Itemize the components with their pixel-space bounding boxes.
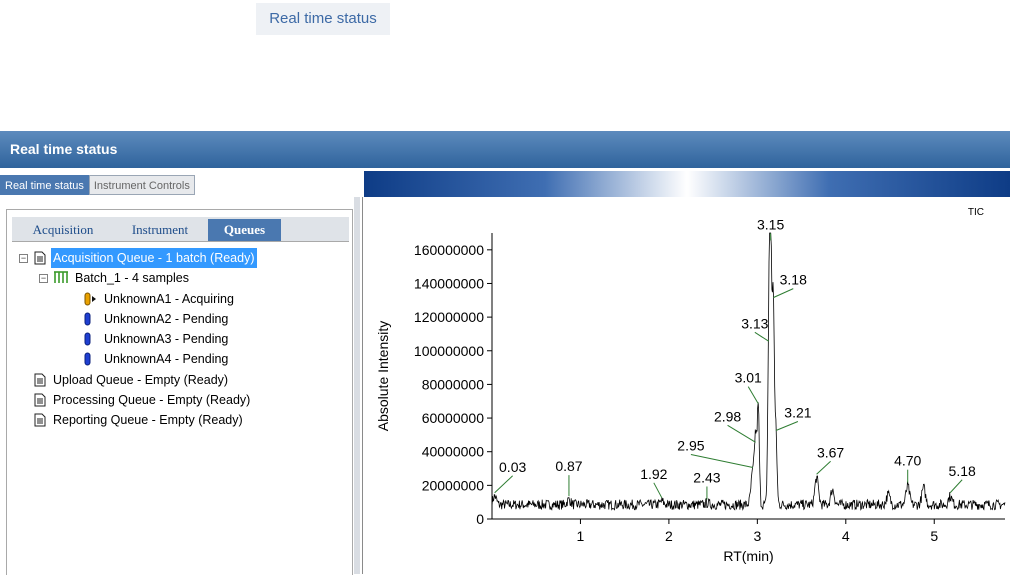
peak-label: 3.13 (741, 315, 768, 331)
collapse-icon[interactable]: − (19, 253, 28, 263)
tab-acquisition[interactable]: Acquisition (14, 219, 112, 241)
peak-leader-line (775, 421, 799, 431)
left-panel: Acquisition Instrument Queues − Acquisit… (0, 197, 363, 575)
peak-label: 3.18 (780, 272, 807, 288)
peak-label: 3.01 (735, 370, 762, 386)
peak-leader-line (494, 475, 513, 494)
sample-label: UnknownA1 - Acquiring (104, 292, 234, 306)
inner-tab-strip: Acquisition Instrument Queues (12, 217, 349, 242)
header-banner (364, 171, 1010, 197)
sample-label: UnknownA2 - Pending (104, 312, 229, 326)
tree-item-processing-queue[interactable]: Processing Queue - Empty (Ready) (34, 390, 252, 410)
peak-label: 0.87 (555, 458, 582, 474)
reporting-queue-label: Reporting Queue - Empty (Ready) (53, 413, 243, 427)
tube-pending-icon (83, 312, 97, 326)
x-tick-label: 3 (753, 528, 761, 544)
tree-item-sample[interactable]: UnknownA2 - Pending (83, 309, 230, 329)
x-tick-label: 5 (930, 528, 938, 544)
document-icon (34, 251, 46, 265)
tab-queues[interactable]: Queues (208, 219, 281, 241)
peak-leader-line (727, 424, 756, 443)
real-time-status-window: Real time status Real time status Instru… (0, 131, 1010, 575)
y-tick-label: 100000000 (414, 343, 484, 359)
peak-leader-line (816, 460, 831, 475)
document-icon (34, 413, 46, 427)
peak-label: 0.03 (499, 459, 526, 475)
tab-instrument-controls[interactable]: Instrument Controls (88, 175, 195, 195)
y-tick-label: 40000000 (422, 444, 485, 460)
tree-item-sample[interactable]: UnknownA1 - Acquiring (83, 289, 236, 309)
vertical-scrollbar[interactable] (354, 197, 360, 574)
peak-label: 3.15 (757, 216, 784, 232)
collapse-icon[interactable]: − (39, 273, 48, 283)
x-tick-label: 4 (842, 528, 850, 544)
queue-pane: Acquisition Instrument Queues − Acquisit… (6, 209, 353, 575)
peak-leader-line (747, 386, 759, 404)
peak-leader-line (949, 479, 963, 494)
tree-item-batch[interactable]: − Batch_1 - 4 samples (39, 268, 191, 288)
y-tick-label: 20000000 (422, 477, 485, 493)
peak-label: 2.98 (714, 408, 741, 424)
batch-label: Batch_1 - 4 samples (75, 271, 189, 285)
peak-leader-line (754, 331, 770, 342)
batch-tubes-icon (54, 271, 68, 285)
peak-label: 2.95 (677, 438, 704, 454)
tic-chromatogram: TIC Absolute Intensity RT(min) 0 20000000… (375, 207, 1006, 564)
y-tick-label: 120000000 (414, 309, 484, 325)
tab-real-time-status[interactable]: Real time status (0, 175, 89, 195)
tube-pending-icon (83, 332, 97, 346)
document-icon (34, 373, 46, 387)
acquisition-queue-label: Acquisition Queue - 1 batch (Ready) (51, 248, 257, 268)
document-icon (34, 393, 46, 407)
peak-leader-line (653, 482, 663, 499)
tree-item-reporting-queue[interactable]: Reporting Queue - Empty (Ready) (34, 410, 245, 430)
tube-pending-icon (83, 352, 97, 366)
sample-label: UnknownA4 - Pending (104, 352, 229, 366)
sample-label: UnknownA3 - Pending (104, 332, 229, 346)
tube-acquiring-icon (83, 292, 97, 306)
tree-item-sample[interactable]: UnknownA4 - Pending (83, 349, 230, 369)
tab-instrument[interactable]: Instrument (112, 219, 208, 241)
x-axis-label: RT(min) (723, 548, 773, 564)
x-tick-label: 2 (665, 528, 673, 544)
peak-label: 4.70 (894, 453, 921, 469)
y-tick-label: 140000000 (414, 275, 484, 291)
page-label: Real time status (256, 3, 390, 35)
peak-label: 5.18 (949, 463, 976, 479)
y-axis-label: Absolute Intensity (375, 321, 391, 432)
y-tick-label: 0 (476, 511, 484, 527)
y-tick-label: 160000000 (414, 242, 484, 258)
tree-item-acquisition-queue[interactable]: − Acquisition Queue - 1 batch (Ready) (19, 248, 257, 268)
y-tick-label: 80000000 (422, 376, 485, 392)
outer-tab-strip: Real time status Instrument Controls (0, 175, 195, 197)
processing-queue-label: Processing Queue - Empty (Ready) (53, 393, 251, 407)
y-tick-label: 60000000 (422, 410, 485, 426)
chromatogram-panel: TIC Absolute Intensity RT(min) 0 20000000… (364, 197, 1010, 574)
peak-leader-line (690, 454, 754, 469)
upload-queue-label: Upload Queue - Empty (Ready) (53, 373, 229, 387)
window-title: Real time status (0, 131, 1010, 168)
peak-label: 3.21 (784, 405, 811, 421)
x-tick-label: 1 (577, 528, 585, 544)
peak-label: 1.92 (640, 466, 667, 482)
tree-item-upload-queue[interactable]: Upload Queue - Empty (Ready) (34, 370, 230, 390)
peak-leader-line (773, 288, 794, 299)
peak-label: 3.67 (817, 444, 844, 460)
tree-item-sample[interactable]: UnknownA3 - Pending (83, 329, 230, 349)
tic-label: TIC (968, 207, 984, 218)
peak-label: 2.43 (693, 469, 720, 485)
